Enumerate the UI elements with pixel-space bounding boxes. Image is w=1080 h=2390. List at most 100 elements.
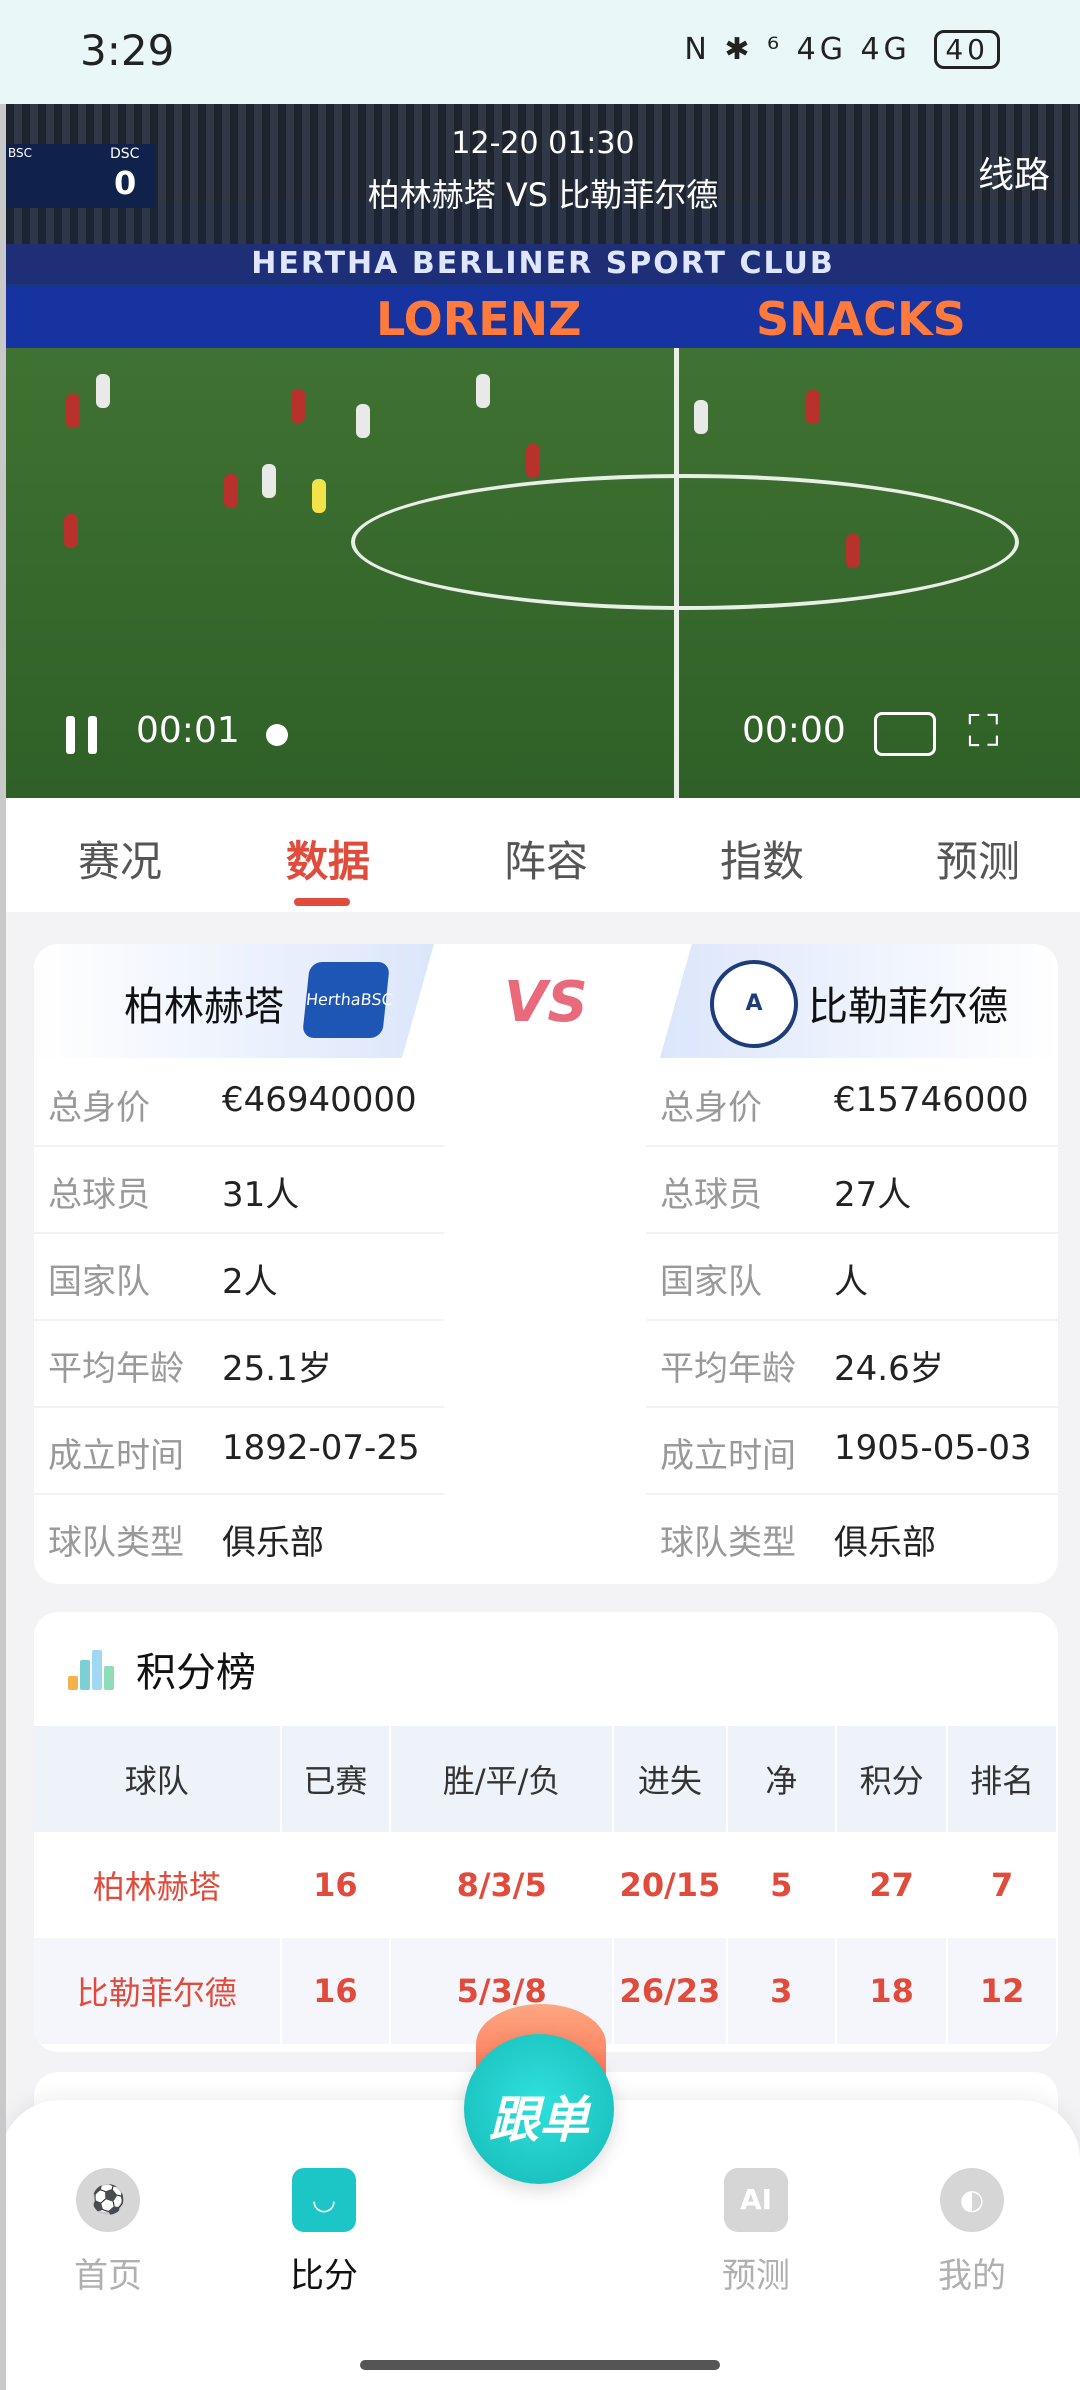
home-indicator[interactable]	[360, 2360, 720, 2370]
player	[96, 374, 110, 408]
match-title: 柏林赫塔 VS 比勒菲尔德	[367, 176, 719, 214]
ad-board: LORENZ SNACKS	[6, 286, 1080, 348]
pitch-center-circle	[351, 474, 1019, 610]
col-team: 球队	[34, 1726, 282, 1832]
stat-value: 2人	[222, 1262, 278, 1302]
table-row[interactable]: 柏林赫塔 16 8/3/5 20/15 5 27 7	[34, 1832, 1058, 1938]
referee	[312, 479, 326, 513]
nav-label: 我的	[938, 2256, 1006, 2296]
away-stat-row: 总球员 27人	[646, 1145, 1058, 1234]
cell-played: 16	[280, 1938, 392, 2044]
stat-value: 人	[834, 1262, 868, 1302]
nav-profile[interactable]: ◐ 我的	[892, 2168, 1052, 2297]
col-goals: 进失	[613, 1726, 728, 1832]
table-header-row: 球队 已赛 胜/平/负 进失 净 积分 排名	[34, 1726, 1058, 1832]
ad-text-2: SNACKS	[756, 292, 966, 346]
away-stat-row: 平均年龄 24.6岁	[646, 1319, 1058, 1408]
player	[291, 389, 305, 423]
home-stat-row: 球队类型 俱乐部	[34, 1493, 444, 1580]
cell-points: 27	[835, 1832, 949, 1938]
soccer-ball-icon: ⚽	[76, 2168, 140, 2232]
tab-underline	[294, 898, 350, 906]
col-played: 已赛	[280, 1726, 392, 1832]
stat-label: 总身价	[48, 1088, 150, 1128]
player	[694, 400, 708, 434]
route-button[interactable]: 线路	[978, 146, 1050, 198]
tab-data[interactable]: 数据	[228, 828, 428, 889]
nav-label: 比分	[290, 2256, 358, 2296]
status-icons: N ✱ ⁶ 4G 4G 40	[684, 30, 1000, 69]
standings-title: 积分榜	[136, 1650, 256, 1696]
match-datetime: 12-20 01:30	[451, 126, 635, 161]
ai-icon: AI	[724, 2168, 788, 2232]
cell-team: 柏林赫塔	[34, 1832, 282, 1938]
away-team-name: 比勒菲尔德	[808, 984, 1008, 1030]
cell-played: 16	[280, 1832, 392, 1938]
home-team-name: 柏林赫塔	[124, 984, 284, 1030]
player	[476, 374, 490, 408]
tab-live[interactable]: 赛况	[20, 828, 220, 889]
signal-icons: N ✱ ⁶ 4G 4G	[684, 32, 911, 67]
col-wdl: 胜/平/负	[390, 1726, 615, 1832]
stat-label: 平均年龄	[660, 1349, 796, 1389]
standings-card: 积分榜 球队 已赛 胜/平/负 进失 净 积分 排名 柏林赫塔 16 8/3/5…	[34, 1612, 1058, 2052]
nav-home[interactable]: ⚽ 首页	[28, 2168, 188, 2297]
stat-value: €46940000	[222, 1080, 417, 1120]
cell-points: 18	[835, 1938, 949, 2044]
nav-score[interactable]: ◡ 比分	[244, 2168, 404, 2297]
home-stat-row: 总球员 31人	[34, 1145, 444, 1234]
away-stat-row: 国家队 人	[646, 1232, 1058, 1321]
player	[64, 514, 78, 548]
stat-label: 国家队	[48, 1262, 150, 1302]
col-rank: 排名	[947, 1726, 1058, 1832]
player	[526, 444, 540, 478]
tab-lineup[interactable]: 阵容	[446, 828, 646, 889]
stat-value: 25.1岁	[222, 1349, 332, 1389]
cell-rank: 7	[947, 1832, 1058, 1938]
profile-icon: ◐	[940, 2168, 1004, 2232]
bar-chart-icon	[68, 1650, 114, 1690]
player	[224, 474, 238, 508]
fullscreen-icon[interactable]: ⛶	[968, 708, 1016, 756]
col-goal-diff: 净	[726, 1726, 837, 1832]
vs-label: VS	[504, 970, 588, 1035]
stat-value: 俱乐部	[834, 1523, 936, 1563]
status-time: 3:29	[80, 26, 175, 75]
home-stat-row: 平均年龄 25.1岁	[34, 1319, 444, 1408]
stat-label: 国家队	[660, 1262, 762, 1302]
stat-value: 1905-05-03	[834, 1428, 1032, 1468]
cell-goals: 20/15	[613, 1832, 728, 1938]
stat-value: 31人	[222, 1175, 300, 1215]
nav-label: 首页	[74, 2256, 142, 2296]
follow-bet-label[interactable]: 跟单	[464, 2080, 614, 2152]
time-total: 00:00	[742, 710, 846, 751]
stat-value: 27人	[834, 1175, 912, 1215]
col-points: 积分	[835, 1726, 949, 1832]
team-comparison-card: 柏林赫塔 HerthaBSC VS A 比勒菲尔德 总身价 €46940000 …	[34, 944, 1058, 1584]
tab-odds[interactable]: 指数	[662, 828, 862, 889]
tab-prediction[interactable]: 预测	[878, 828, 1078, 889]
battery-icon: 40	[934, 30, 1000, 69]
player	[66, 394, 80, 428]
player	[262, 464, 276, 498]
nav-prediction[interactable]: AI 预测	[676, 2168, 836, 2297]
player	[806, 390, 820, 424]
stat-label: 球队类型	[48, 1523, 184, 1563]
stat-value: €15746000	[834, 1080, 1029, 1120]
pause-icon[interactable]	[66, 716, 100, 754]
match-tabs: 赛况 数据 阵容 指数 预测	[6, 798, 1080, 912]
away-stat-row: 球队类型 俱乐部	[646, 1493, 1058, 1580]
video-player[interactable]: HERTHA BERLINER SPORT CLUB LORENZ SNACKS…	[6, 104, 1080, 798]
cell-goal-diff: 3	[726, 1938, 837, 2044]
stat-label: 成立时间	[660, 1436, 796, 1476]
player	[356, 404, 370, 438]
ad-text-1: LORENZ	[376, 292, 582, 346]
away-stat-row: 成立时间 1905-05-03	[646, 1406, 1058, 1495]
stat-label: 球队类型	[660, 1523, 796, 1563]
time-current: 00:01	[136, 710, 240, 751]
progress-handle[interactable]	[266, 724, 288, 746]
cell-rank: 12	[947, 1938, 1058, 2044]
away-team-logo: A	[710, 960, 798, 1048]
danmaku-icon[interactable]	[874, 712, 936, 756]
score-icon: ◡	[292, 2168, 356, 2232]
